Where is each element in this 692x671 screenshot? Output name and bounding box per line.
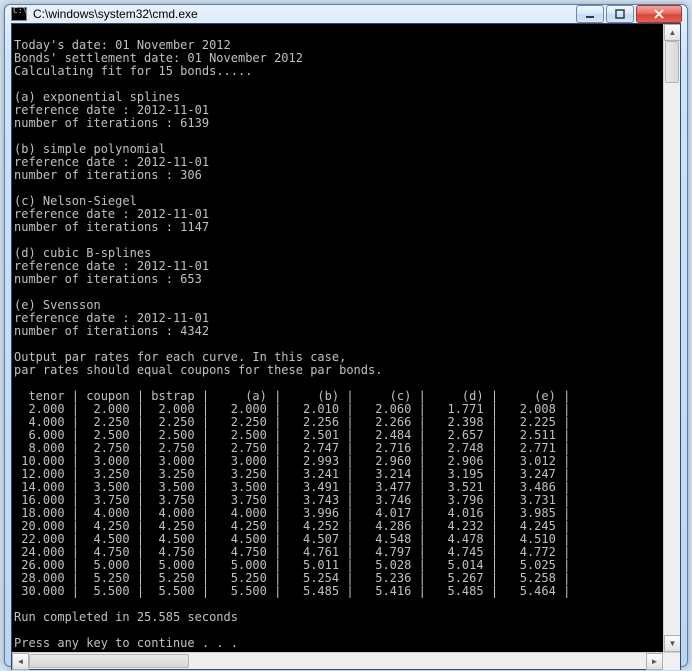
cmd-window: C:\ C:\windows\system32\cmd.exe Today's …	[4, 4, 688, 667]
titlebar[interactable]: C:\ C:\windows\system32\cmd.exe	[5, 5, 687, 23]
scrollbar-corner	[663, 653, 680, 670]
console-area: Today's date: 01 November 2012 Bonds' se…	[12, 24, 680, 652]
minimize-button[interactable]	[576, 5, 604, 23]
window-title: C:\windows\system32\cmd.exe	[33, 7, 576, 21]
vertical-scrollbar[interactable]: ▲ ▼	[663, 24, 680, 652]
horizontal-scroll-thumb[interactable]	[29, 654, 189, 668]
horizontal-scroll-track[interactable]	[29, 653, 646, 669]
scroll-up-button[interactable]: ▲	[664, 24, 680, 41]
console-output[interactable]: Today's date: 01 November 2012 Bonds' se…	[12, 24, 663, 652]
scroll-down-button[interactable]: ▼	[664, 635, 680, 652]
client-area: Today's date: 01 November 2012 Bonds' se…	[11, 23, 681, 670]
scroll-left-button[interactable]: ◄	[12, 653, 29, 670]
vertical-scroll-track[interactable]	[664, 41, 680, 635]
scroll-right-button[interactable]: ►	[646, 653, 663, 670]
window-controls	[576, 5, 682, 23]
horizontal-scrollbar[interactable]: ◄ ►	[12, 652, 680, 669]
maximize-button[interactable]	[606, 5, 634, 23]
cmd-icon: C:\	[11, 7, 27, 21]
close-button[interactable]	[636, 5, 682, 23]
vertical-scroll-thumb[interactable]	[665, 41, 679, 83]
